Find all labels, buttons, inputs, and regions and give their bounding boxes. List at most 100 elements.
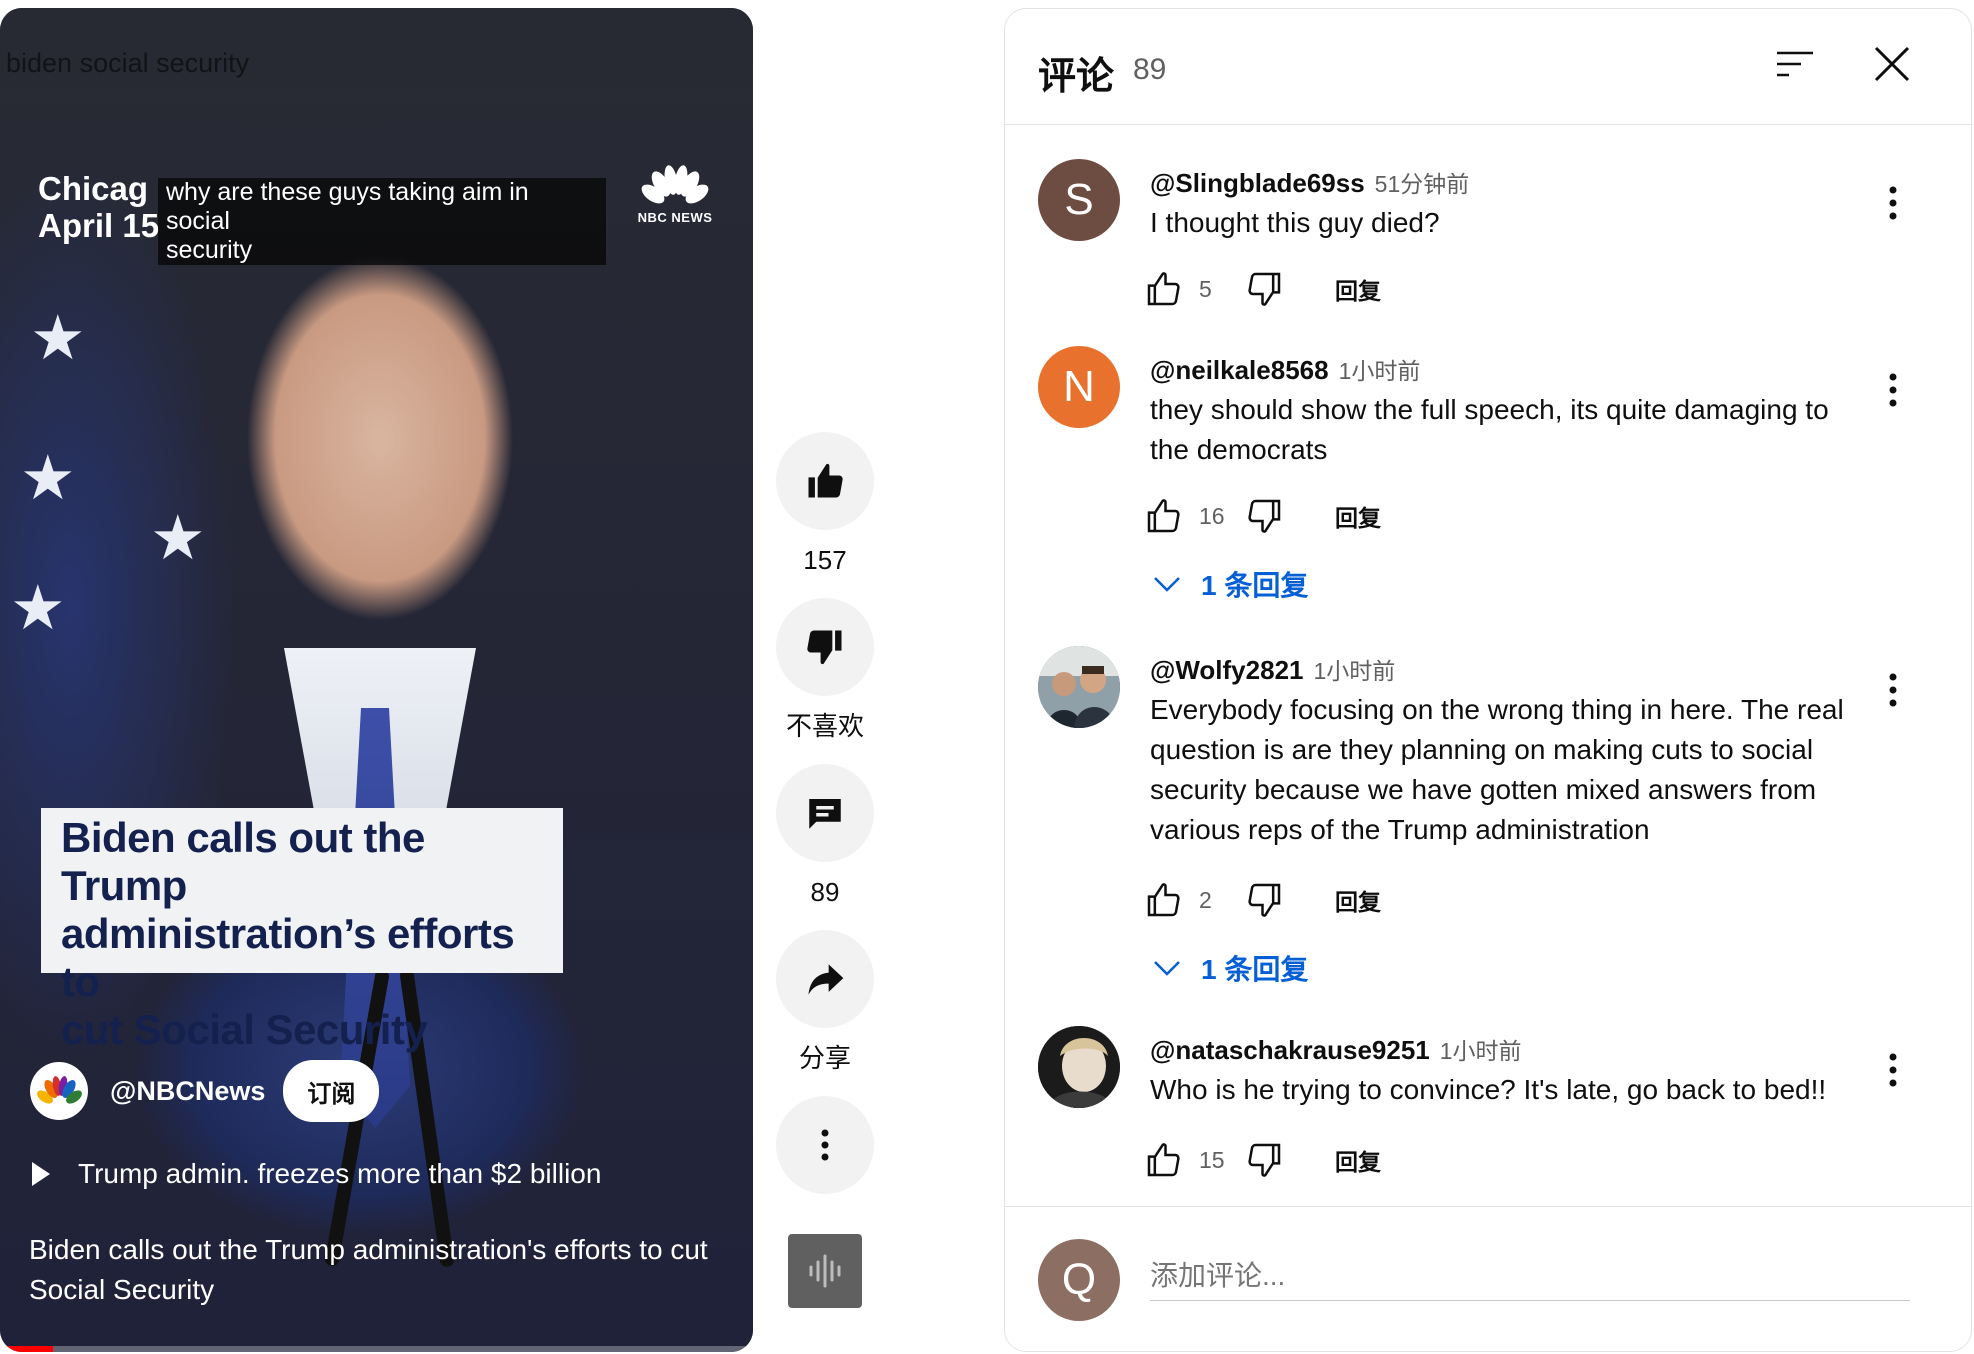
thumb-up-outline-icon [1147,883,1180,917]
location-overlay: Chicag April 15 [38,170,159,244]
caption-line: security [166,236,253,264]
comment-author[interactable]: @Slingblade69ss [1150,168,1365,199]
network-logo-text: NBC NEWS [637,210,713,225]
comment-time[interactable]: 51分钟前 [1375,165,1470,199]
date-line: April 15 [38,207,160,244]
action-rail: 157 不喜欢 89 分享 [772,432,878,1308]
avatar[interactable] [1038,646,1120,728]
add-comment-input[interactable] [1150,1251,1910,1301]
closed-caption: why are these guys taking aim in social … [158,178,606,265]
view-replies-button[interactable]: 1 条回复 [1153,564,1308,604]
thumb-up-outline-icon [1147,1143,1180,1177]
headline-line: administration’s efforts to [61,910,515,1005]
dislike-label: 不喜欢 [785,711,864,741]
comment-like-count: 16 [1199,502,1225,529]
comment-dislike-button[interactable] [1243,1140,1285,1180]
comment-time[interactable]: 1小时前 [1339,352,1421,386]
comment-meta: @neilkale8568 1小时前 [1150,352,1420,386]
comment-author[interactable]: @neilkale8568 [1150,355,1329,386]
comment-text: I thought this guy died? [1150,207,1440,238]
profile-photo-icon [1038,646,1120,728]
comment-actions: 5 回复 [1143,269,1381,309]
comment-author[interactable]: @nataschakrause9251 [1150,1035,1430,1066]
comments-button[interactable] [776,764,874,862]
close-icon [1874,46,1910,82]
comment-dislike-button[interactable] [1243,269,1285,309]
thumb-up-icon [808,463,843,498]
comment-like-button[interactable] [1143,269,1185,309]
location-line: Chicag [38,170,149,207]
more-vert-icon [1889,673,1897,706]
comments-count: 89 [810,877,840,907]
comment-icon [809,799,841,829]
comment-like-button[interactable] [1143,496,1185,536]
comment-like-count: 5 [1199,275,1212,302]
more-vert-icon [821,1129,829,1161]
comment-like-button[interactable] [1143,1140,1185,1180]
sort-icon [1777,51,1813,77]
comment-like-button[interactable] [1143,880,1185,920]
video-search-title: biden social security [6,48,250,78]
comment-dislike-button[interactable] [1243,496,1285,536]
thumb-down-outline-icon [1248,883,1281,917]
chevron-down-icon [1154,577,1180,592]
sort-button[interactable] [1775,49,1815,82]
avatar[interactable] [1038,1026,1120,1108]
more-options-button[interactable] [776,1096,874,1194]
subscribe-button[interactable]: 订阅 [283,1060,380,1122]
view-replies-button[interactable]: 1 条回复 [1153,948,1308,988]
avatar[interactable]: N [1038,346,1120,428]
comment-actions: 16 回复 [1143,496,1381,536]
more-vert-icon [1889,186,1897,219]
play-icon [32,1162,50,1186]
flag-star: ★ [20,444,76,513]
channel-name[interactable]: @NBCNews [110,1076,265,1107]
like-button[interactable] [776,432,874,530]
related-video-title: Trump admin. freezes more than $2 billio… [78,1158,602,1189]
comment-text: Everybody focusing on the wrong thing in… [1150,694,1844,845]
reply-button[interactable]: 回复 [1335,272,1381,306]
comment-menu-button[interactable] [1873,1046,1913,1096]
comment-time[interactable]: 1小时前 [1314,652,1396,686]
current-user-avatar[interactable]: Q [1038,1239,1120,1321]
nbc-news-logo: NBC NEWS [632,164,718,225]
progress-fill [0,1346,53,1352]
comment-menu-button[interactable] [1873,666,1913,716]
video-progress-bar[interactable] [0,1346,753,1352]
comment-menu-button[interactable] [1873,179,1913,229]
share-button[interactable] [776,930,874,1028]
headline-line: Biden calls out the Trump [61,814,425,909]
comment-text: Who is he trying to convince? It's late,… [1150,1074,1827,1105]
related-video-link[interactable]: Trump admin. freezes more than $2 billio… [32,1158,601,1190]
video-description[interactable]: Biden calls out the Trump administration… [29,1230,709,1310]
comment-time[interactable]: 1小时前 [1440,1032,1522,1066]
share-icon [808,964,844,995]
close-button[interactable] [1873,45,1911,86]
share-label: 分享 [798,1043,851,1073]
profile-photo-icon [1038,1026,1120,1108]
comment-menu-button[interactable] [1873,366,1913,416]
caption-line: why are these guys taking aim in social [166,178,529,235]
original-audio-button[interactable] [788,1234,862,1308]
reply-button[interactable]: 回复 [1335,1143,1381,1177]
comment-meta: @Slingblade69ss 51分钟前 [1150,165,1469,199]
channel-row: @NBCNews 订阅 [30,1060,380,1122]
like-count: 157 [803,545,847,575]
avatar[interactable]: S [1038,159,1120,241]
comment-like-count: 15 [1199,1146,1225,1173]
video-player[interactable]: ★ ★ ★ ★ biden social security Chicag Apr… [0,8,753,1352]
flag-star: ★ [150,504,206,573]
thumb-down-icon [807,630,842,665]
nbc-peacock-icon [37,1076,82,1104]
dislike-button[interactable] [776,598,874,696]
more-vert-icon [1889,1053,1897,1086]
thumb-down-outline-icon [1248,272,1281,306]
comment-dislike-button[interactable] [1243,880,1285,920]
comment-author[interactable]: @Wolfy2821 [1150,655,1304,686]
reply-button[interactable]: 回复 [1335,499,1381,533]
comment-text: they should show the full speech, its qu… [1150,394,1829,465]
comment-composer: Q [1005,1206,1971,1351]
reply-button[interactable]: 回复 [1335,883,1381,917]
channel-avatar[interactable] [30,1062,88,1120]
chevron-down-icon [1154,961,1180,976]
